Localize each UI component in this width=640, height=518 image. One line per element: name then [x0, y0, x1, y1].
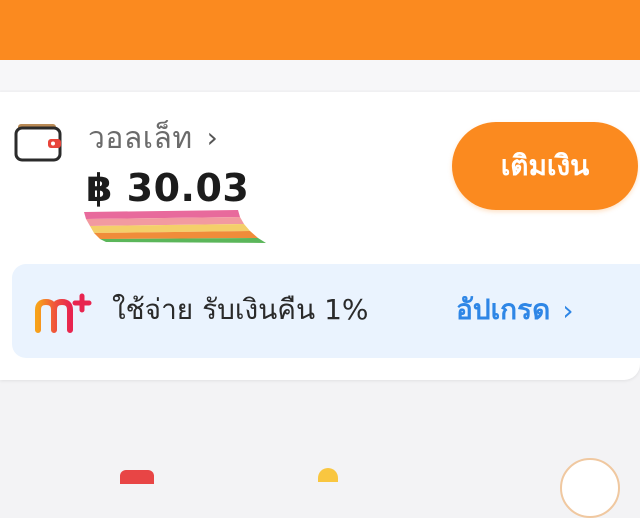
upgrade-link[interactable]: อัปเกรด › — [456, 290, 574, 330]
wallet-balance: ฿ 30.03 — [86, 166, 250, 210]
topup-button[interactable]: เติมเงิน — [452, 122, 638, 210]
mplus-logo-icon — [35, 293, 92, 333]
promo-text: ใช้จ่าย รับเงินคืน 1% — [112, 293, 369, 326]
upgrade-label: อัปเกรด — [456, 293, 551, 326]
menu-icon-peek — [120, 470, 154, 484]
chevron-right-icon: › — [206, 121, 219, 154]
header-strip — [0, 60, 640, 90]
wallet-title-link[interactable]: วอลเล็ท › — [88, 118, 218, 158]
wallet-icon — [14, 124, 62, 162]
promo-banner[interactable]: ใช้จ่าย รับเงินคืน 1% อัปเกรด › — [12, 264, 640, 358]
top-header-bar — [0, 0, 640, 60]
wallet-title-text: วอลเล็ท — [88, 120, 193, 156]
chevron-right-icon: › — [562, 293, 574, 327]
menu-icon-peek — [560, 458, 620, 518]
rainbow-underline-decoration — [84, 210, 266, 243]
